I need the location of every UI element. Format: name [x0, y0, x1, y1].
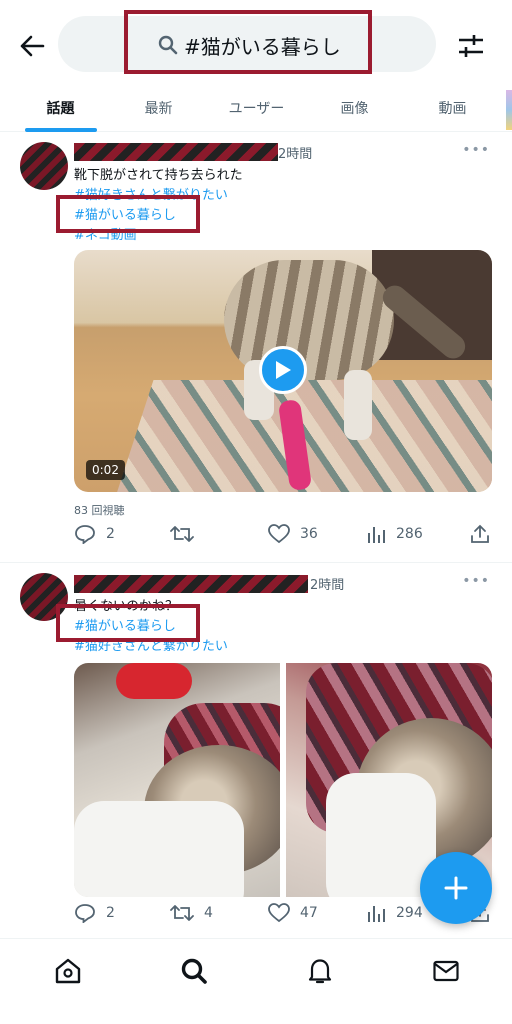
retweet-button[interactable]: 4: [170, 903, 213, 923]
arrow-left-icon: [20, 35, 45, 57]
hashtag-highlight-box: [56, 195, 200, 233]
tweet[interactable]: 2時間 ••• 靴下脱がされて持ち去られた #猫好きさんと繋がりたい #猫がいる…: [0, 132, 512, 562]
play-icon: [276, 361, 291, 379]
tweet-text: 靴下脱がされて持ち去られた: [74, 168, 243, 183]
heart-icon: [268, 524, 290, 544]
search-settings-button[interactable]: [454, 30, 488, 62]
search-header: #猫がいる暮らし: [0, 0, 512, 84]
retweet-icon: [170, 526, 194, 542]
mail-icon: [433, 960, 459, 982]
retweet-icon: [170, 905, 194, 921]
more-options-icon[interactable]: •••: [462, 573, 490, 589]
avatar[interactable]: [20, 142, 68, 190]
nav-notifications[interactable]: [304, 955, 336, 987]
analytics-icon: [368, 906, 385, 922]
tab-videos[interactable]: 動画: [392, 84, 512, 132]
search-highlight-box: [124, 10, 372, 74]
hashtag-highlight-box: [56, 604, 200, 642]
tweet-actions: 2 36 286: [74, 524, 494, 552]
like-count: 36: [300, 526, 318, 542]
reply-icon: [75, 904, 95, 923]
like-count: 47: [300, 905, 318, 921]
video-thumbnail: 0:02: [74, 250, 492, 492]
tab-overflow-thumbnail: [506, 90, 512, 130]
blanket-shape: [74, 801, 244, 897]
tab-label: 動画: [438, 101, 467, 117]
heart-icon: [268, 903, 290, 923]
back-button[interactable]: [16, 30, 48, 62]
sliders-icon: [459, 35, 483, 57]
search-tabs: 話題 最新 ユーザー 画像 動画: [0, 84, 512, 132]
tab-label: 話題: [46, 101, 75, 117]
bottom-navigation: [0, 938, 512, 1024]
impression-count: 294: [396, 905, 423, 921]
share-button[interactable]: [470, 524, 490, 544]
plus-icon: [444, 876, 468, 900]
cat-leg-shape: [344, 370, 372, 440]
home-icon: [55, 958, 81, 984]
tab-label: ユーザー: [228, 101, 285, 117]
share-icon: [471, 524, 489, 543]
more-options-icon[interactable]: •••: [462, 142, 490, 158]
photo-1[interactable]: [74, 663, 280, 897]
search-icon: [181, 958, 207, 984]
reply-button[interactable]: 2: [74, 903, 115, 923]
tweet-time: 2時間: [278, 147, 313, 162]
like-button[interactable]: 36: [268, 524, 318, 544]
tab-label: 最新: [144, 101, 173, 117]
retweet-button[interactable]: [170, 524, 204, 544]
compose-button[interactable]: [420, 852, 492, 924]
reply-count: 2: [106, 905, 115, 921]
redacted-username[interactable]: [74, 143, 278, 161]
analytics-icon: [368, 527, 385, 543]
impression-count: 286: [396, 526, 423, 542]
reply-button[interactable]: 2: [74, 524, 115, 544]
blanket-shape: [326, 773, 436, 897]
views-button[interactable]: 294: [366, 903, 423, 923]
views-button[interactable]: 286: [366, 524, 423, 544]
tweet-time: 2時間: [310, 578, 345, 593]
nav-messages[interactable]: [430, 955, 462, 987]
retweet-count: 4: [204, 905, 213, 921]
like-button[interactable]: 47: [268, 903, 318, 923]
reply-count: 2: [106, 526, 115, 542]
play-button[interactable]: [259, 346, 307, 394]
tab-label: 画像: [340, 101, 369, 117]
nav-search[interactable]: [178, 955, 210, 987]
reply-icon: [75, 525, 95, 544]
redacted-username[interactable]: [74, 575, 308, 593]
view-count: 83 回視聴: [74, 504, 125, 517]
video-player[interactable]: 0:02: [74, 250, 492, 492]
red-object-shape: [116, 663, 192, 699]
video-duration: 0:02: [86, 460, 125, 480]
bell-icon: [308, 959, 332, 984]
nav-home[interactable]: [52, 955, 84, 987]
